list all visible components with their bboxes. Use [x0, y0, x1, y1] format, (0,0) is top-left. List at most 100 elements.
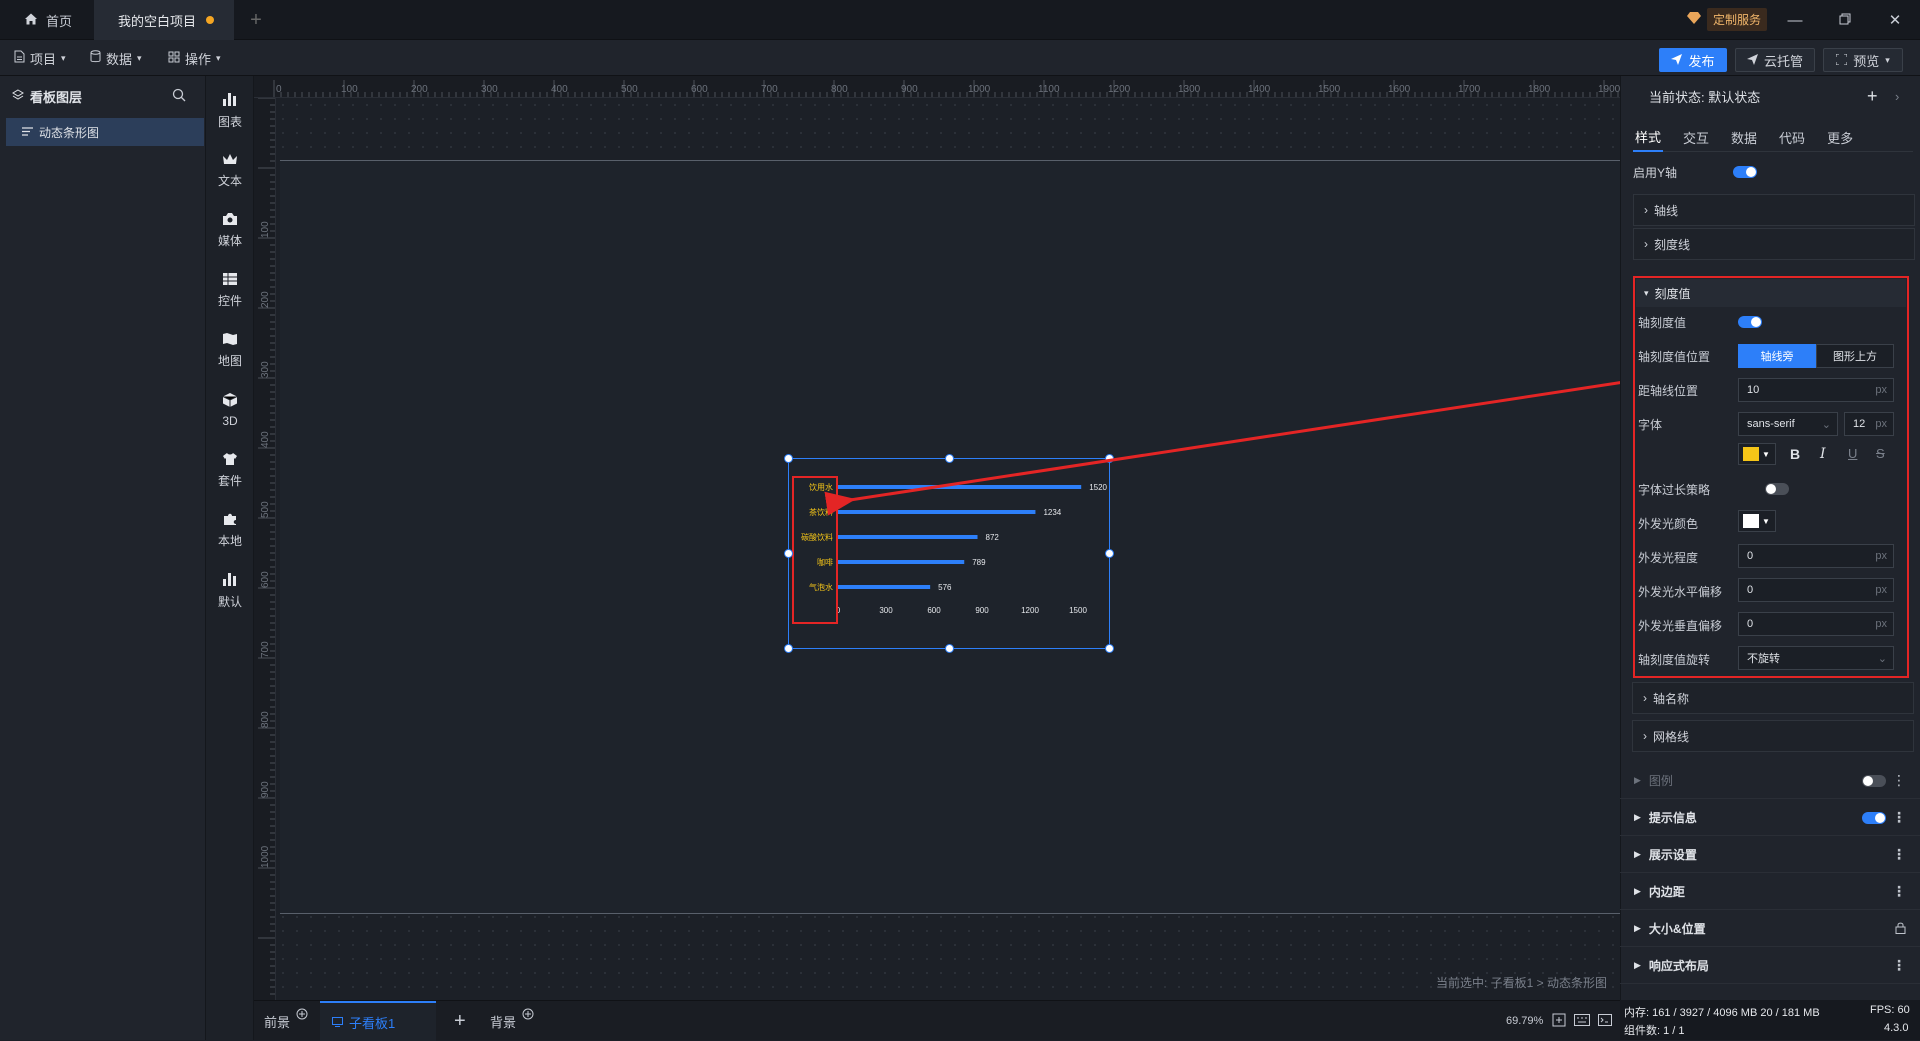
resize-handle-br[interactable]: [1105, 644, 1114, 653]
bar-chart-icon: [222, 91, 238, 110]
strikethrough-icon[interactable]: S: [1876, 446, 1885, 461]
tab-style[interactable]: 样式: [1633, 122, 1664, 152]
italic-icon[interactable]: I: [1820, 446, 1826, 462]
tool-local[interactable]: 本地: [206, 502, 254, 558]
chevron-right-icon[interactable]: ›: [1895, 89, 1899, 104]
lock-icon[interactable]: [1895, 921, 1906, 937]
rotate-select[interactable]: 不旋转 ⌄: [1738, 646, 1894, 670]
tool-media[interactable]: 媒体: [206, 202, 254, 258]
tab-more[interactable]: 更多: [1825, 122, 1855, 152]
memory-status: 内存: 161 / 3927 / 4096 MB 20 / 181 MB: [1624, 1007, 1820, 1019]
preview-button[interactable]: 预览 ▾: [1823, 48, 1903, 72]
glow-color-picker[interactable]: ▼: [1738, 510, 1776, 532]
menu-data[interactable]: 数据 ▾: [90, 40, 142, 76]
tab-background[interactable]: 背景: [490, 1001, 534, 1041]
menu-project[interactable]: 项目 ▾: [14, 40, 66, 76]
font-color-picker[interactable]: ▼: [1738, 443, 1776, 465]
tab-data[interactable]: 数据: [1729, 122, 1759, 152]
tab-interaction[interactable]: 交互: [1681, 122, 1711, 152]
tab-sub-board[interactable]: 子看板1: [320, 1001, 436, 1041]
enable-y-toggle[interactable]: [1733, 166, 1757, 178]
resize-handle-r[interactable]: [1105, 549, 1114, 558]
tool-control[interactable]: 控件: [206, 262, 254, 318]
more-icon[interactable]: ⋮: [1892, 772, 1906, 789]
selection-box[interactable]: [784, 454, 1114, 653]
component-toolbar: 图表 文本 媒体 控件 地图 3D 套件 本地 默认: [206, 76, 254, 1040]
menu-ops[interactable]: 操作 ▾: [168, 40, 221, 76]
tooltip-toggle[interactable]: [1862, 811, 1886, 824]
more-icon[interactable]: ⋮: [1892, 809, 1906, 826]
camera-icon: [222, 212, 238, 229]
section-axis-line[interactable]: › 轴线: [1633, 194, 1915, 226]
search-icon[interactable]: [172, 88, 186, 105]
tool-kit[interactable]: 套件: [206, 442, 254, 498]
resize-handle-tr[interactable]: [1105, 454, 1114, 463]
font-overflow-label: 字体过长策略: [1638, 483, 1711, 497]
tool-map[interactable]: 地图: [206, 322, 254, 378]
glow-level-value: 0: [1747, 550, 1754, 562]
add-state-icon[interactable]: +: [1867, 86, 1878, 107]
font-size-input[interactable]: 12 px: [1844, 412, 1894, 436]
tab-home[interactable]: 首页: [0, 0, 92, 40]
resize-handle-t[interactable]: [945, 454, 954, 463]
resize-handle-tl[interactable]: [784, 454, 793, 463]
tab-foreground[interactable]: 前景: [264, 1001, 308, 1041]
caret-right-icon: ▶: [1634, 812, 1641, 822]
panel-tabs: 样式 交互 数据 代码 更多: [1633, 122, 1913, 152]
add-circle-icon[interactable]: [296, 1008, 308, 1023]
glow-v-input[interactable]: 0 px: [1738, 612, 1894, 636]
zoom-level[interactable]: 69.79%: [1506, 1001, 1543, 1041]
ruler-top-label: 1500: [1318, 84, 1341, 95]
section-display[interactable]: ▶ 展示设置 ⋮: [1620, 837, 1920, 873]
tab-project[interactable]: 我的空白项目: [94, 0, 234, 40]
section-padding[interactable]: ▶ 内边距 ⋮: [1620, 874, 1920, 910]
section-tick-line[interactable]: › 刻度线: [1633, 228, 1915, 260]
font-size-value: 12: [1853, 418, 1866, 430]
section-grid-line[interactable]: › 网格线: [1632, 720, 1914, 752]
section-size-position[interactable]: ▶ 大小&位置: [1620, 911, 1920, 947]
publish-button[interactable]: 发布: [1659, 48, 1727, 72]
minimize-button[interactable]: —: [1775, 0, 1815, 40]
tool-3d[interactable]: 3D: [206, 382, 254, 438]
resize-handle-b[interactable]: [945, 644, 954, 653]
ruler-top-label: 800: [831, 84, 848, 95]
more-icon[interactable]: ⋮: [1892, 846, 1906, 863]
font-overflow-toggle[interactable]: [1765, 483, 1790, 495]
cloud-hosting-button[interactable]: 云托管: [1735, 48, 1815, 72]
section-tooltip[interactable]: ▶ 提示信息 ⋮: [1620, 800, 1920, 836]
tick-value-header[interactable]: ▾ 刻度值: [1636, 279, 1906, 307]
add-board-button[interactable]: +: [454, 1001, 466, 1041]
legend-toggle[interactable]: [1862, 774, 1886, 787]
tool-text[interactable]: 文本: [206, 142, 254, 198]
more-icon[interactable]: ⋮: [1892, 957, 1906, 974]
layer-item-bar-chart[interactable]: 动态条形图: [6, 118, 204, 146]
section-responsive[interactable]: ▶ 响应式布局 ⋮: [1620, 948, 1920, 984]
axis-tick-value-toggle[interactable]: [1738, 316, 1762, 328]
new-tab-button[interactable]: +: [244, 0, 268, 40]
section-legend[interactable]: ▶ 图例 ⋮: [1620, 763, 1920, 799]
section-axis-name[interactable]: › 轴名称: [1632, 682, 1914, 714]
keyboard-button[interactable]: [1574, 1001, 1590, 1041]
glow-level-input[interactable]: 0 px: [1738, 544, 1894, 568]
tool-default[interactable]: 默认: [206, 562, 254, 618]
add-circle-icon[interactable]: [522, 1008, 534, 1023]
bold-icon[interactable]: B: [1790, 446, 1800, 462]
resize-handle-l[interactable]: [784, 549, 793, 558]
tab-code[interactable]: 代码: [1777, 122, 1807, 152]
terminal-button[interactable]: [1598, 1001, 1612, 1041]
underline-icon[interactable]: U: [1848, 446, 1857, 461]
tool-chart[interactable]: 图表: [206, 82, 254, 138]
shirt-icon: [222, 452, 238, 469]
restore-button[interactable]: [1825, 0, 1865, 40]
seg-above-shape[interactable]: 图形上方: [1816, 344, 1894, 368]
custom-service-button[interactable]: 定制服务: [1687, 6, 1773, 32]
fit-screen-button[interactable]: [1552, 1001, 1566, 1041]
glow-h-input[interactable]: 0 px: [1738, 578, 1894, 602]
close-button[interactable]: ✕: [1875, 0, 1915, 40]
font-family-select[interactable]: sans-serif ⌄: [1738, 412, 1838, 436]
seg-beside-axis[interactable]: 轴线旁: [1738, 344, 1816, 368]
resize-handle-bl[interactable]: [784, 644, 793, 653]
dist-input[interactable]: 10 px: [1738, 378, 1894, 402]
ruler-top-label: 1600: [1388, 84, 1411, 95]
more-icon[interactable]: ⋮: [1892, 883, 1906, 900]
